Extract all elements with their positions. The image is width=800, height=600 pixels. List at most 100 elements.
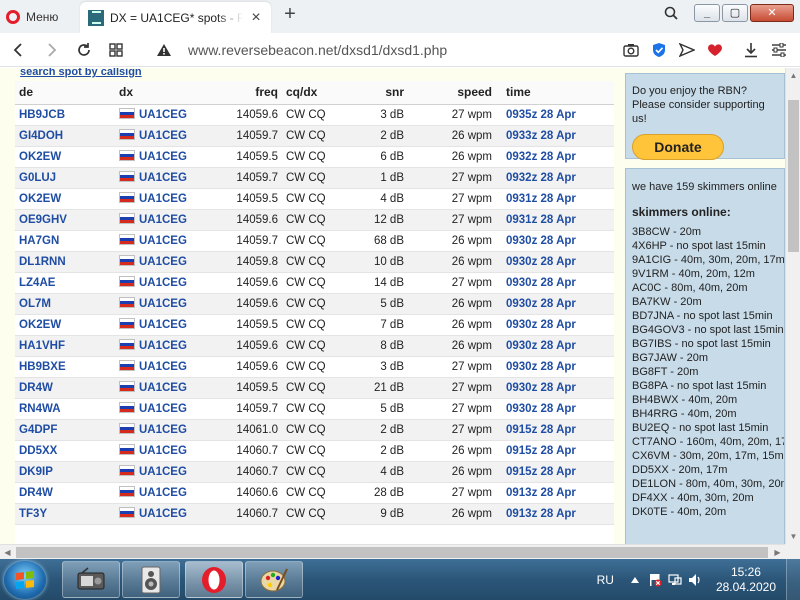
- dx-callsign-link[interactable]: UA1CEG: [139, 193, 187, 205]
- time-link[interactable]: 0930z 28 Apr: [506, 319, 576, 331]
- spotter-callsign-link[interactable]: HA1VHF: [19, 340, 65, 352]
- time-link[interactable]: 0931z 28 Apr: [506, 214, 576, 226]
- forward-icon[interactable]: [40, 38, 64, 62]
- time-link[interactable]: 0935z 28 Apr: [506, 109, 576, 121]
- spotter-callsign-link[interactable]: HA7GN: [19, 235, 59, 247]
- vertical-scrollbar[interactable]: ▲ ▼: [785, 68, 800, 544]
- scroll-left-icon[interactable]: ◀: [0, 545, 15, 560]
- horizontal-scroll-thumb[interactable]: [16, 547, 768, 558]
- scroll-right-icon[interactable]: ▶: [770, 545, 785, 560]
- time-link[interactable]: 0930z 28 Apr: [506, 235, 576, 247]
- dx-callsign-link[interactable]: UA1CEG: [139, 214, 187, 226]
- taskbar-app-paint[interactable]: [245, 561, 303, 598]
- time-link[interactable]: 0930z 28 Apr: [506, 340, 576, 352]
- maximize-button[interactable]: ▢: [722, 4, 748, 22]
- spotter-callsign-link[interactable]: DR4W: [19, 487, 53, 499]
- dx-callsign-link[interactable]: UA1CEG: [139, 403, 187, 415]
- dx-callsign-link[interactable]: UA1CEG: [139, 319, 187, 331]
- close-window-button[interactable]: ✕: [750, 4, 794, 22]
- spotter-callsign-link[interactable]: OK2EW: [19, 193, 61, 205]
- horizontal-scrollbar[interactable]: ◀ ▶: [0, 544, 785, 559]
- minimize-button[interactable]: _: [694, 4, 720, 22]
- volume-icon[interactable]: [688, 573, 702, 587]
- scroll-up-icon[interactable]: ▲: [786, 68, 800, 83]
- clock[interactable]: 15:26 28.04.2020: [716, 565, 776, 595]
- downloads-icon[interactable]: [740, 38, 762, 62]
- time-link[interactable]: 0930z 28 Apr: [506, 361, 576, 373]
- start-button[interactable]: [4, 561, 46, 599]
- time-link[interactable]: 0913z 28 Apr: [506, 487, 576, 499]
- security-warning-icon[interactable]: [152, 38, 176, 62]
- spotter-callsign-link[interactable]: DD5XX: [19, 445, 57, 457]
- spotter-callsign-link[interactable]: TF3Y: [19, 508, 47, 520]
- reload-icon[interactable]: [72, 38, 96, 62]
- donate-button[interactable]: Donate: [632, 134, 724, 160]
- dx-callsign-link[interactable]: UA1CEG: [139, 382, 187, 394]
- time-link[interactable]: 0915z 28 Apr: [506, 466, 576, 478]
- url-field[interactable]: www.reversebeacon.net/dxsd1/dxsd1.php: [188, 42, 447, 58]
- snapshot-camera-icon[interactable]: [620, 38, 642, 62]
- taskbar-app-opera[interactable]: [185, 561, 243, 598]
- spotter-callsign-link[interactable]: HB9BXE: [19, 361, 66, 373]
- scroll-down-icon[interactable]: ▼: [786, 529, 800, 544]
- dx-callsign-link[interactable]: UA1CEG: [139, 487, 187, 499]
- search-spot-link[interactable]: search spot by callsign: [20, 68, 142, 78]
- dx-callsign-link[interactable]: UA1CEG: [139, 277, 187, 289]
- new-tab-button[interactable]: +: [280, 4, 300, 26]
- spotter-callsign-link[interactable]: OK2EW: [19, 151, 61, 163]
- time-link[interactable]: 0915z 28 Apr: [506, 424, 576, 436]
- easy-setup-icon[interactable]: [768, 38, 790, 62]
- time-link[interactable]: 0932z 28 Apr: [506, 172, 576, 184]
- send-to-flow-icon[interactable]: [676, 38, 698, 62]
- time-link[interactable]: 0913z 28 Apr: [506, 508, 576, 520]
- time-link[interactable]: 0931z 28 Apr: [506, 193, 576, 205]
- time-link[interactable]: 0930z 28 Apr: [506, 382, 576, 394]
- time-link[interactable]: 0930z 28 Apr: [506, 403, 576, 415]
- dx-callsign-link[interactable]: UA1CEG: [139, 256, 187, 268]
- spotter-callsign-link[interactable]: RN4WA: [19, 403, 61, 415]
- tab-close-icon[interactable]: ×: [249, 9, 263, 25]
- time-link[interactable]: 0932z 28 Apr: [506, 151, 576, 163]
- time-link[interactable]: 0930z 28 Apr: [506, 298, 576, 310]
- time-link[interactable]: 0930z 28 Apr: [506, 256, 576, 268]
- spotter-callsign-link[interactable]: GI4DOH: [19, 130, 63, 142]
- dx-callsign-link[interactable]: UA1CEG: [139, 235, 187, 247]
- show-desktop-button[interactable]: [786, 559, 800, 600]
- back-icon[interactable]: [6, 38, 30, 62]
- dx-callsign-link[interactable]: UA1CEG: [139, 508, 187, 520]
- dx-callsign-link[interactable]: UA1CEG: [139, 172, 187, 184]
- speed-dial-icon[interactable]: [104, 38, 128, 62]
- dx-callsign-link[interactable]: UA1CEG: [139, 466, 187, 478]
- time-link[interactable]: 0915z 28 Apr: [506, 445, 576, 457]
- dx-callsign-link[interactable]: UA1CEG: [139, 298, 187, 310]
- dx-callsign-link[interactable]: UA1CEG: [139, 424, 187, 436]
- spotter-callsign-link[interactable]: DR4W: [19, 382, 53, 394]
- time-link[interactable]: 0930z 28 Apr: [506, 277, 576, 289]
- spotter-callsign-link[interactable]: G4DPF: [19, 424, 57, 436]
- tray-expand-icon[interactable]: [628, 573, 642, 587]
- spotter-callsign-link[interactable]: LZ4AE: [19, 277, 55, 289]
- time-link[interactable]: 0933z 28 Apr: [506, 130, 576, 142]
- spotter-callsign-link[interactable]: DK9IP: [19, 466, 53, 478]
- spotter-callsign-link[interactable]: HB9JCB: [19, 109, 65, 121]
- tab-active[interactable]: DX = UA1CEG* spots - Reverse Beacon Netw…: [80, 2, 271, 33]
- adblock-shield-icon[interactable]: [648, 38, 670, 62]
- taskbar-app-radio[interactable]: [62, 561, 120, 598]
- dx-callsign-link[interactable]: UA1CEG: [139, 109, 187, 121]
- dx-callsign-link[interactable]: UA1CEG: [139, 361, 187, 373]
- opera-menu-button[interactable]: Меню: [6, 6, 58, 28]
- vertical-scroll-thumb[interactable]: [788, 100, 799, 252]
- spotter-callsign-link[interactable]: G0LUJ: [19, 172, 56, 184]
- spotter-callsign-link[interactable]: OK2EW: [19, 319, 61, 331]
- tab-search-icon[interactable]: [660, 2, 682, 24]
- dx-callsign-link[interactable]: UA1CEG: [139, 151, 187, 163]
- language-indicator[interactable]: RU: [597, 573, 614, 587]
- spotter-callsign-link[interactable]: DL1RNN: [19, 256, 66, 268]
- my-flow-heart-icon[interactable]: [704, 38, 726, 62]
- network-icon[interactable]: [668, 573, 682, 587]
- taskbar-app-speaker[interactable]: [122, 561, 180, 598]
- dx-callsign-link[interactable]: UA1CEG: [139, 130, 187, 142]
- dx-callsign-link[interactable]: UA1CEG: [139, 445, 187, 457]
- spotter-callsign-link[interactable]: OL7M: [19, 298, 51, 310]
- dx-callsign-link[interactable]: UA1CEG: [139, 340, 187, 352]
